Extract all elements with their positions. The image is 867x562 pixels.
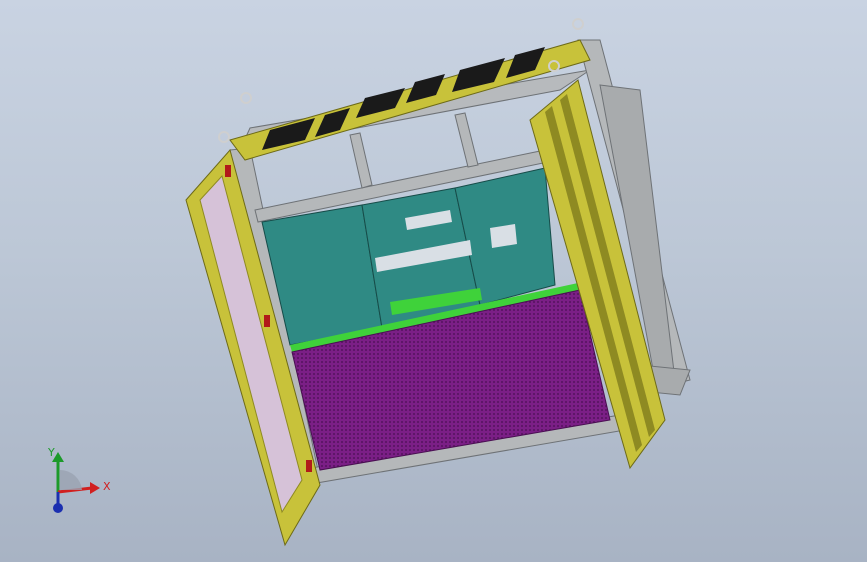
lifting-eye-3 [218,131,230,143]
x-axis-arrow [90,482,100,494]
z-axis-dot [53,503,63,513]
frame-rear-cross-2 [454,112,479,168]
cad-viewport[interactable]: Y X [0,0,867,562]
door-hinge-2 [264,315,270,327]
triad-shade [60,469,82,490]
lifting-eye-1 [240,92,252,104]
meter-window [490,224,517,248]
lifting-eye-2 [572,18,584,30]
frame-rear-cross-1 [349,132,373,189]
door-hinge-1 [225,165,231,177]
y-axis-label: Y [47,446,55,459]
x-axis-label: X [103,480,111,493]
door-hinge-3 [306,460,312,472]
axis-triad: Y X [47,446,111,513]
